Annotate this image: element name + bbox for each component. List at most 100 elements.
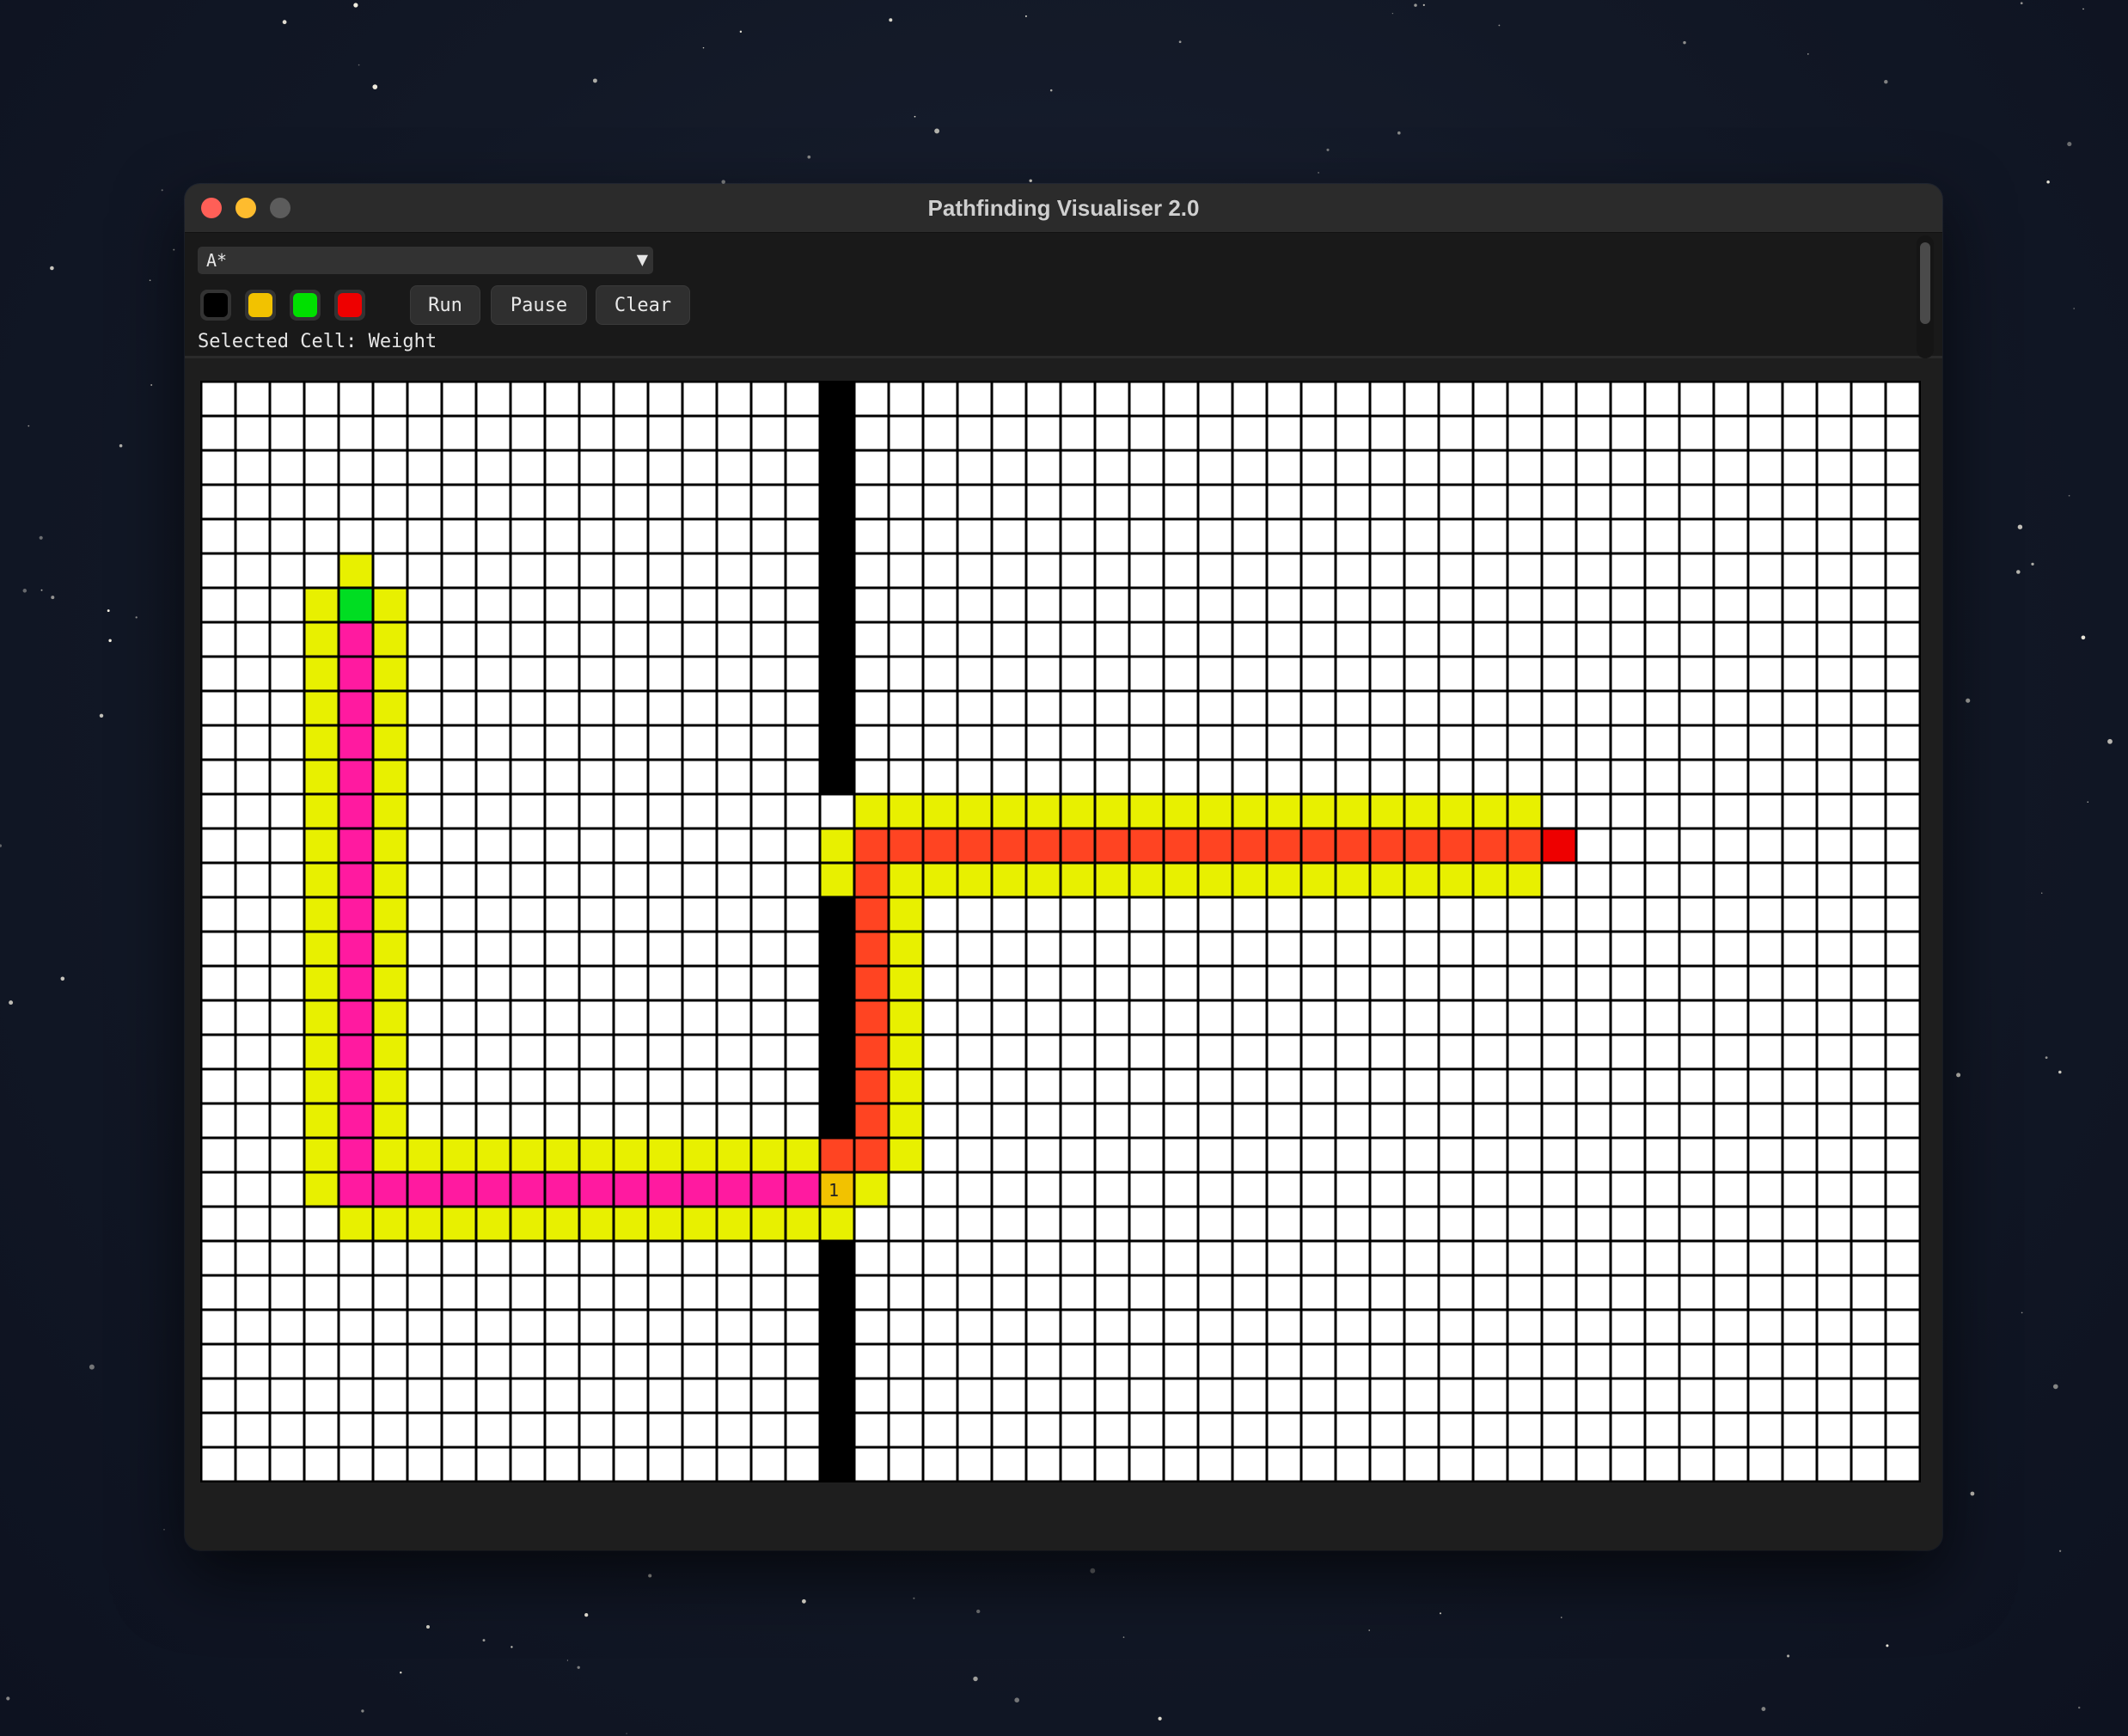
grid-cell-empty[interactable] <box>1715 932 1747 965</box>
grid-cell-empty[interactable] <box>236 1414 269 1446</box>
grid-cell-path-1[interactable] <box>339 761 372 793</box>
grid-cell-empty[interactable] <box>1061 520 1094 553</box>
grid-cell-empty[interactable] <box>1027 1173 1060 1206</box>
grid-cell-empty[interactable] <box>1646 1379 1679 1412</box>
grid-cell-empty[interactable] <box>1749 1207 1782 1240</box>
grid-cell-visited[interactable] <box>374 623 407 656</box>
grid-cell-empty[interactable] <box>1336 382 1369 415</box>
grid-cell-end[interactable] <box>1543 829 1575 862</box>
grid-cell-empty[interactable] <box>1611 451 1644 484</box>
grid-cell-empty[interactable] <box>1440 1001 1472 1034</box>
grid-cell-empty[interactable] <box>580 829 613 862</box>
grid-cell-empty[interactable] <box>683 1276 716 1309</box>
grid-cell-empty[interactable] <box>202 761 235 793</box>
grid-cell-empty[interactable] <box>993 1242 1025 1274</box>
grid-cell-empty[interactable] <box>511 1276 544 1309</box>
grid-cell-empty[interactable] <box>1508 1001 1541 1034</box>
grid-cell-empty[interactable] <box>1646 1345 1679 1378</box>
grid-cell-empty[interactable] <box>1818 692 1850 724</box>
grid-cell-empty[interactable] <box>855 520 888 553</box>
grid-cell-empty[interactable] <box>1061 761 1094 793</box>
grid-cell-empty[interactable] <box>202 898 235 931</box>
grid-cell-empty[interactable] <box>1096 967 1128 999</box>
grid-cell-empty[interactable] <box>580 932 613 965</box>
grid-cell-empty[interactable] <box>546 657 578 690</box>
grid-cell-empty[interactable] <box>1268 417 1300 449</box>
grid-cell-empty[interactable] <box>1886 1070 1919 1103</box>
grid-cell-empty[interactable] <box>1027 967 1060 999</box>
grid-cell-empty[interactable] <box>1508 657 1541 690</box>
grid-cell-empty[interactable] <box>1646 1414 1679 1446</box>
grid-cell-empty[interactable] <box>924 1448 957 1481</box>
grid-cell-empty[interactable] <box>546 623 578 656</box>
grid-cell-empty[interactable] <box>408 829 441 862</box>
grid-cell-empty[interactable] <box>236 623 269 656</box>
grid-cell-empty[interactable] <box>649 761 682 793</box>
grid-cell-empty[interactable] <box>1783 864 1816 896</box>
grid-cell-empty[interactable] <box>1405 382 1438 415</box>
grid-cell-empty[interactable] <box>1336 967 1369 999</box>
grid-cell-empty[interactable] <box>1680 486 1713 518</box>
grid-cell-empty[interactable] <box>649 623 682 656</box>
grid-cell-visited[interactable] <box>305 726 338 759</box>
grid-cell-empty[interactable] <box>890 1448 922 1481</box>
grid-cell-empty[interactable] <box>683 829 716 862</box>
grid-cell-visited[interactable] <box>1096 864 1128 896</box>
grid-cell-empty[interactable] <box>271 1070 303 1103</box>
grid-cell-empty[interactable] <box>1646 1207 1679 1240</box>
grid-cell-empty[interactable] <box>1233 451 1266 484</box>
grid-cell-empty[interactable] <box>1061 1070 1094 1103</box>
grid-cell-empty[interactable] <box>1715 589 1747 621</box>
grid-cell-empty[interactable] <box>1852 451 1885 484</box>
grid-cell-path-1[interactable] <box>339 932 372 965</box>
grid-cell-empty[interactable] <box>649 1379 682 1412</box>
grid-cell-empty[interactable] <box>1440 1345 1472 1378</box>
wall-swatch-button[interactable] <box>200 290 231 321</box>
grid-cell-empty[interactable] <box>1646 554 1679 587</box>
grid-cell-empty[interactable] <box>1577 554 1610 587</box>
grid-cell-empty[interactable] <box>1371 451 1403 484</box>
grid-cell-empty[interactable] <box>1440 486 1472 518</box>
grid-cell-empty[interactable] <box>1440 657 1472 690</box>
grid-cell-path-2[interactable] <box>1027 829 1060 862</box>
grid-cell-empty[interactable] <box>408 1414 441 1446</box>
grid-cell-visited[interactable] <box>305 967 338 999</box>
grid-cell-empty[interactable] <box>1336 589 1369 621</box>
grid-cell-empty[interactable] <box>1886 1414 1919 1446</box>
grid-cell-empty[interactable] <box>649 1414 682 1446</box>
grid-cell-empty[interactable] <box>1749 1345 1782 1378</box>
grid-cell-empty[interactable] <box>1611 1448 1644 1481</box>
grid-cell-empty[interactable] <box>1715 1139 1747 1171</box>
grid-cell-empty[interactable] <box>649 1036 682 1068</box>
grid-cell-empty[interactable] <box>752 692 785 724</box>
toolbar-scrollbar[interactable] <box>1917 235 1934 358</box>
grid-cell-empty[interactable] <box>477 382 510 415</box>
grid-cell-empty[interactable] <box>202 657 235 690</box>
grid-cell-empty[interactable] <box>1096 1414 1128 1446</box>
grid-cell-empty[interactable] <box>1715 761 1747 793</box>
grid-cell-empty[interactable] <box>236 589 269 621</box>
grid-cell-wall[interactable] <box>820 691 854 725</box>
grid-cell-empty[interactable] <box>1886 932 1919 965</box>
grid-cell-empty[interactable] <box>1508 1276 1541 1309</box>
grid-cell-empty[interactable] <box>1646 726 1679 759</box>
grid-cell-empty[interactable] <box>855 1379 888 1412</box>
grid-cell-empty[interactable] <box>786 1036 819 1068</box>
grid-cell-empty[interactable] <box>1233 1104 1266 1137</box>
grid-cell-empty[interactable] <box>1646 1242 1679 1274</box>
grid-cell-empty[interactable] <box>443 520 475 553</box>
grid-cell-empty[interactable] <box>374 1311 407 1343</box>
grid-cell-empty[interactable] <box>271 967 303 999</box>
grid-cell-visited[interactable] <box>305 1139 338 1171</box>
grid-cell-empty[interactable] <box>718 623 750 656</box>
grid-cell-empty[interactable] <box>1096 1242 1128 1274</box>
grid-cell-empty[interactable] <box>443 1036 475 1068</box>
grid-cell-empty[interactable] <box>1268 1173 1300 1206</box>
grid-cell-empty[interactable] <box>786 692 819 724</box>
grid-cell-empty[interactable] <box>1886 657 1919 690</box>
grid-cell-empty[interactable] <box>1096 554 1128 587</box>
grid-cell-empty[interactable] <box>1233 486 1266 518</box>
grid-cell-empty[interactable] <box>1715 623 1747 656</box>
grid-cell-empty[interactable] <box>1886 1036 1919 1068</box>
grid-cell-empty[interactable] <box>305 382 338 415</box>
